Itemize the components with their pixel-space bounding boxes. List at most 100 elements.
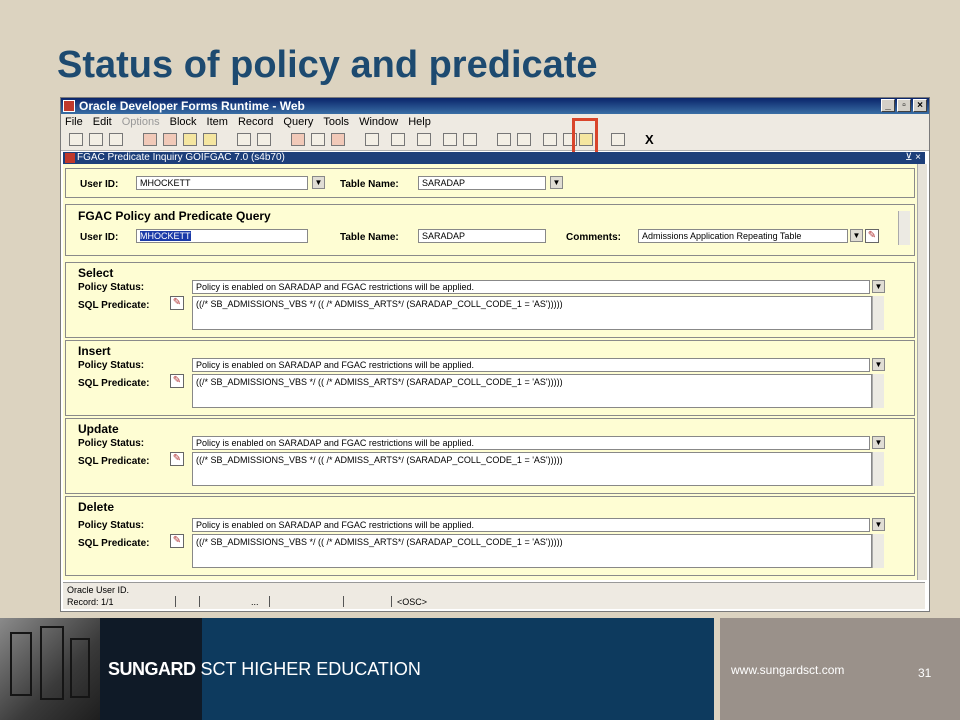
menu-record[interactable]: Record <box>238 114 273 130</box>
section-heading: Select <box>78 266 114 280</box>
restore-button[interactable]: ▫ <box>897 99 911 112</box>
minimize-button[interactable]: _ <box>881 99 895 112</box>
form-window-controls[interactable]: ⊻ × <box>905 152 921 164</box>
help-icon[interactable] <box>611 133 625 146</box>
policy-status-dropdown-icon[interactable]: ▼ <box>872 280 885 293</box>
previous-record-icon[interactable] <box>183 133 197 146</box>
list-of-values-icon[interactable] <box>365 133 379 146</box>
print-icon[interactable] <box>109 133 123 146</box>
query-block: FGAC Policy and Predicate Query User ID:… <box>65 204 915 256</box>
next-block-icon[interactable] <box>163 133 177 146</box>
policy-status-dropdown-icon[interactable]: ▼ <box>872 436 885 449</box>
remove-record-icon[interactable] <box>311 133 325 146</box>
key-table-name-label: Table Name: <box>340 179 399 190</box>
query-table-name-label: Table Name: <box>340 232 399 243</box>
window-title-bar[interactable]: Oracle Developer Forms Runtime - Web _ ▫… <box>61 98 929 114</box>
table-name-dropdown-icon[interactable]: ▼ <box>550 176 563 189</box>
window-title: Oracle Developer Forms Runtime - Web <box>79 99 305 113</box>
policy-status-dropdown-icon[interactable]: ▼ <box>872 358 885 371</box>
menu-file[interactable]: File <box>65 114 83 130</box>
section-heading: Update <box>78 422 119 436</box>
menu-options[interactable]: Options <box>122 114 160 130</box>
menu-block[interactable]: Block <box>170 114 197 130</box>
menu-item[interactable]: Item <box>207 114 228 130</box>
enter-query-icon[interactable] <box>237 133 251 146</box>
sql-predicate-edit-icon[interactable]: ✎ <box>170 374 184 388</box>
user-id-dropdown-icon[interactable]: ▼ <box>312 176 325 189</box>
status-mode: <OSC> <box>397 597 428 607</box>
chair-shape <box>70 638 90 698</box>
policy-status-field[interactable]: Policy is enabled on SARADAP and FGAC re… <box>192 518 870 532</box>
sql-predicate-label: SQL Predicate: <box>78 538 150 549</box>
comments-field[interactable]: Admissions Application Repeating Table <box>638 229 848 243</box>
query-table-name-field[interactable]: SARADAP <box>418 229 546 243</box>
insert-record-icon[interactable] <box>291 133 305 146</box>
policy-status-field[interactable]: Policy is enabled on SARADAP and FGAC re… <box>192 358 870 372</box>
highlight-box <box>572 118 598 156</box>
policy-status-dropdown-icon[interactable]: ▼ <box>872 518 885 531</box>
status-hint: Oracle User ID. <box>67 585 130 595</box>
sql-predicate-edit-icon[interactable]: ✎ <box>170 452 184 466</box>
policy-status-label: Policy Status: <box>78 438 145 449</box>
form-title: FGAC Predicate Inquiry GOIFGAC 7.0 (s4b7… <box>77 152 285 163</box>
exit-button[interactable]: X <box>645 132 654 147</box>
policy-status-label: Policy Status: <box>78 360 145 371</box>
section-heading: Insert <box>78 344 111 358</box>
hierarchy-icon[interactable] <box>517 133 531 146</box>
clear-record-icon[interactable] <box>331 133 345 146</box>
oracle-forms-window: Oracle Developer Forms Runtime - Web _ ▫… <box>60 97 930 612</box>
sql-predicate-field[interactable]: ((/* SB_ADMISSIONS_VBS */ (( /* ADMISS_A… <box>192 452 872 486</box>
menu-help[interactable]: Help <box>408 114 431 130</box>
policy-status-field[interactable]: Policy is enabled on SARADAP and FGAC re… <box>192 436 870 450</box>
comments-edit-icon[interactable]: ✎ <box>865 229 879 243</box>
sql-predicate-edit-icon[interactable]: ✎ <box>170 534 184 548</box>
comments-dropdown-icon[interactable]: ▼ <box>850 229 863 242</box>
close-button[interactable]: × <box>913 99 927 112</box>
app-icon <box>63 100 75 112</box>
sql-predicate-scrollbar[interactable] <box>872 374 884 408</box>
menu-tools[interactable]: Tools <box>323 114 349 130</box>
sql-predicate-field[interactable]: ((/* SB_ADMISSIONS_VBS */ (( /* ADMISS_A… <box>192 296 872 330</box>
audio-icon[interactable] <box>543 133 557 146</box>
status-ellipsis: ... <box>251 597 259 607</box>
form-icon <box>65 153 75 163</box>
chair-shape <box>40 626 64 700</box>
menu-query[interactable]: Query <box>283 114 313 130</box>
status-divider <box>199 596 200 607</box>
edit-icon[interactable] <box>391 133 405 146</box>
menu-window[interactable]: Window <box>359 114 398 130</box>
status-record: Record: 1/1 <box>67 597 114 607</box>
next-record-icon[interactable] <box>203 133 217 146</box>
query-heading: FGAC Policy and Predicate Query <box>78 209 271 223</box>
query-user-id-field[interactable]: MHOCKETT <box>136 229 308 243</box>
key-user-id-field[interactable]: MHOCKETT <box>136 176 308 190</box>
slide-title: Status of policy and predicate <box>57 44 598 86</box>
form-title-bar[interactable]: FGAC Predicate Inquiry GOIFGAC 7.0 (s4b7… <box>63 152 925 164</box>
brand-rest: SCT HIGHER EDUCATION <box>195 659 421 679</box>
form-body: User ID: MHOCKETT ▼ Table Name: SARADAP … <box>63 164 917 580</box>
status-bar: Oracle User ID. Record: 1/1 ... <OSC> <box>63 582 925 609</box>
sql-predicate-field[interactable]: ((/* SB_ADMISSIONS_VBS */ (( /* ADMISS_A… <box>192 534 872 568</box>
execute-query-icon[interactable] <box>257 133 271 146</box>
tree-icon[interactable] <box>497 133 511 146</box>
calculator-icon[interactable] <box>443 133 457 146</box>
sql-predicate-edit-icon[interactable]: ✎ <box>170 296 184 310</box>
sql-predicate-scrollbar[interactable] <box>872 296 884 330</box>
printer-icon[interactable] <box>417 133 431 146</box>
rollback-icon[interactable] <box>89 133 103 146</box>
footer-url: www.sungardsct.com <box>731 663 845 677</box>
chair-shape <box>10 632 32 696</box>
sql-predicate-field[interactable]: ((/* SB_ADMISSIONS_VBS */ (( /* ADMISS_A… <box>192 374 872 408</box>
form-scrollbar[interactable] <box>917 164 927 580</box>
brand-bold: SUNGARD <box>108 659 196 679</box>
key-table-name-field[interactable]: SARADAP <box>418 176 546 190</box>
menu-edit[interactable]: Edit <box>93 114 112 130</box>
save-icon[interactable] <box>69 133 83 146</box>
sql-predicate-scrollbar[interactable] <box>872 534 884 568</box>
previous-block-icon[interactable] <box>143 133 157 146</box>
delete-section: Delete Policy Status: Policy is enabled … <box>65 496 915 576</box>
query-block-scrollbar[interactable] <box>898 211 910 245</box>
calendar-icon[interactable] <box>463 133 477 146</box>
policy-status-field[interactable]: Policy is enabled on SARADAP and FGAC re… <box>192 280 870 294</box>
sql-predicate-scrollbar[interactable] <box>872 452 884 486</box>
